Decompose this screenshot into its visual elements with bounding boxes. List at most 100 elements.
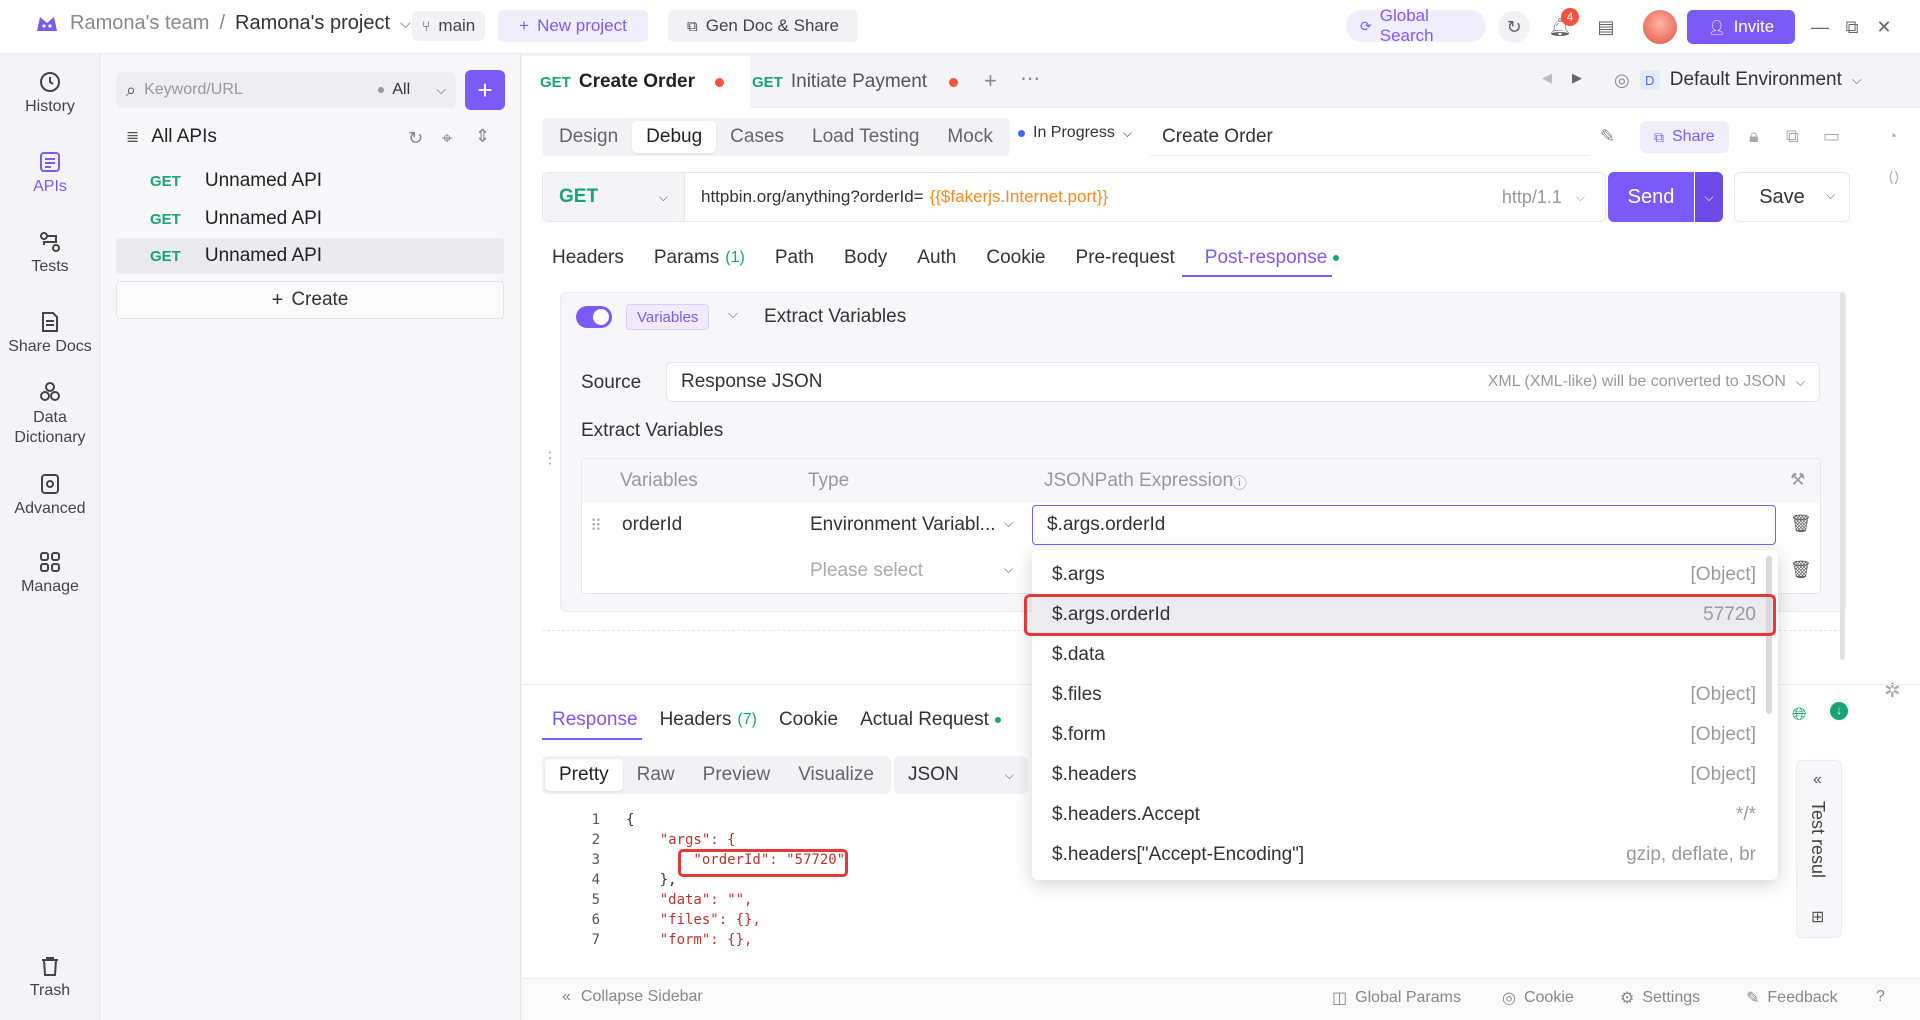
cookie-button[interactable]: ◎ Cookie — [1502, 988, 1574, 1008]
tab-response-cookie[interactable]: Cookie — [779, 709, 838, 731]
ai-assistant-icon[interactable]: ✲ — [1884, 678, 1901, 703]
chevron-down-icon[interactable]: ⌵ — [728, 306, 738, 322]
tab-headers[interactable]: Headers — [552, 247, 624, 269]
row-variable-name[interactable]: orderId — [622, 514, 682, 536]
tab-cookie[interactable]: Cookie — [986, 247, 1045, 269]
delete-row-icon[interactable]: 🗑︎ — [1790, 514, 1812, 534]
maximize-icon[interactable]: ⧉ — [1836, 11, 1868, 43]
create-button[interactable]: + Create — [116, 281, 504, 319]
tab-response-headers[interactable]: Headers — [660, 709, 732, 731]
tab-post-response[interactable]: Post-response — [1205, 247, 1328, 269]
archive-icon[interactable]: ▭ — [1823, 126, 1840, 147]
more-icon[interactable]: ⋯ — [1020, 66, 1040, 91]
tab-body[interactable]: Body — [844, 247, 887, 269]
tab-initiate-payment[interactable]: GET Initiate Payment — [752, 56, 959, 108]
source-select[interactable]: Response JSON XML (XML-like) will be con… — [666, 362, 1820, 402]
scrollbar[interactable] — [1840, 292, 1845, 660]
avatar[interactable] — [1643, 10, 1677, 44]
lock-icon[interactable]: 🔒︎ — [1749, 126, 1759, 147]
chevron-down-icon[interactable]: ⌵ — [436, 82, 446, 98]
tab-pre-request[interactable]: Pre-request — [1076, 247, 1175, 269]
sidebar-api-item[interactable]: GET Unnamed API — [150, 166, 322, 196]
tab-next-icon[interactable]: ▶ — [1572, 70, 1582, 86]
rail-apis[interactable]: APIs — [0, 150, 100, 196]
rail-tests[interactable]: Tests — [0, 230, 100, 276]
filter-select[interactable]: All — [392, 81, 410, 99]
copy-icon[interactable]: ⧉ — [1786, 126, 1799, 147]
save-options-icon[interactable]: ⌵ — [1826, 188, 1835, 203]
code-icon[interactable]: ⟨⟩ — [1888, 168, 1900, 186]
send-options-button[interactable]: ⌵ — [1695, 172, 1723, 222]
invite-button[interactable]: 👤︎ Invite — [1687, 10, 1795, 44]
help-icon[interactable]: ? — [1876, 988, 1885, 1006]
rail-manage[interactable]: Manage — [0, 550, 100, 596]
refresh-icon[interactable]: ↻ — [408, 128, 423, 149]
suggestion-item[interactable]: $.headers["Accept-Encoding"] gzip, deflat… — [1032, 835, 1776, 875]
gen-doc-button[interactable]: ⧉ Gen Doc & Share — [668, 10, 858, 42]
environment-selector[interactable]: ◎ D Default Environment ⌵ — [1606, 62, 1906, 98]
sync-icon[interactable]: ↻ — [1498, 11, 1530, 43]
tab-params[interactable]: Params — [654, 247, 719, 269]
mode-load-testing[interactable]: Load Testing — [798, 121, 933, 153]
settings-button[interactable]: ⚙ Settings — [1620, 988, 1700, 1008]
global-search-button[interactable]: ⟳ Global Search — [1346, 6, 1486, 45]
rail-trash[interactable]: Trash — [0, 954, 100, 1000]
view-raw[interactable]: Raw — [623, 759, 689, 791]
protocol-select[interactable]: http/1.1 ⌵ — [1502, 187, 1605, 208]
global-params-button[interactable]: ◫ Global Params — [1332, 988, 1461, 1008]
search-input[interactable]: Keyword/URL — [144, 81, 370, 99]
team-name[interactable]: Ramona's team — [70, 12, 209, 35]
jsonpath-input[interactable]: $.args.orderId — [1032, 505, 1776, 545]
url-input[interactable]: httpbin.org/anything?orderId= {{$fakerjs… — [685, 187, 1502, 207]
suggestion-item[interactable]: $.headers [Object] — [1032, 755, 1776, 795]
type-placeholder[interactable]: Please select — [810, 560, 923, 582]
mode-mock[interactable]: Mock — [933, 121, 1006, 153]
new-project-button[interactable]: + New project — [498, 10, 648, 42]
mode-debug[interactable]: Debug — [632, 121, 717, 153]
drag-handle-icon[interactable]: ⋮ — [542, 448, 558, 468]
api-name-input[interactable]: Create Order — [1150, 118, 1590, 156]
suggestion-item[interactable]: $.form [Object] — [1032, 715, 1776, 755]
mode-design[interactable]: Design — [545, 121, 632, 153]
wrench-icon[interactable]: ⚒ — [1790, 470, 1805, 490]
download-icon[interactable]: ↓ — [1830, 702, 1848, 720]
globe-icon[interactable]: 🌐︎ — [1792, 704, 1806, 725]
minimize-icon[interactable]: — — [1804, 11, 1836, 43]
view-pretty[interactable]: Pretty — [545, 759, 623, 791]
rail-history[interactable]: History — [0, 70, 100, 116]
response-body[interactable]: 1{ 2 "args": { 3 "orderId": "57720" 4 },… — [560, 810, 1040, 950]
sidebar-api-item[interactable]: GET Unnamed API — [150, 241, 322, 271]
edit-icon[interactable]: ✎ — [1600, 126, 1615, 147]
enable-toggle[interactable] — [576, 306, 612, 328]
format-select[interactable]: JSON ⌵ — [894, 756, 1028, 794]
status-select[interactable]: In Progress ⌵ — [1018, 124, 1132, 142]
tab-path[interactable]: Path — [775, 247, 814, 269]
share-button[interactable]: ⧉ Share — [1640, 121, 1729, 153]
right-panel-icon[interactable]: ◔ — [1888, 128, 1897, 145]
notes-icon[interactable]: ▤ — [1590, 11, 1622, 43]
row-drag-icon[interactable]: ⠿ — [590, 516, 602, 536]
suggestion-item[interactable]: $.headers.Accept */* — [1032, 795, 1776, 835]
sidebar-api-item[interactable]: GET Unnamed API — [150, 204, 322, 234]
suggestion-item[interactable]: $.data — [1032, 635, 1776, 675]
rail-data-dictionary[interactable]: Data Dictionary — [0, 380, 100, 448]
tab-actual-request[interactable]: Actual Request — [860, 709, 989, 731]
suggestion-item[interactable]: $.files [Object] — [1032, 675, 1776, 715]
chevron-down-icon[interactable]: ⌵ — [1004, 516, 1013, 531]
test-results-tab[interactable]: « Test resul ⊞ — [1796, 760, 1842, 938]
delete-row-icon[interactable]: 🗑︎ — [1790, 560, 1812, 580]
chevron-down-icon[interactable]: ⌵ — [1004, 562, 1013, 577]
chevron-down-icon[interactable]: ⌵ — [400, 15, 411, 32]
project-name[interactable]: Ramona's project — [235, 12, 390, 35]
tab-auth[interactable]: Auth — [917, 247, 956, 269]
mode-cases[interactable]: Cases — [716, 121, 798, 153]
send-button[interactable]: Send — [1608, 172, 1694, 222]
method-select[interactable]: GET ⌵ — [543, 173, 685, 221]
branch-selector[interactable]: ⑂ main — [412, 11, 486, 41]
view-visualize[interactable]: Visualize — [784, 759, 888, 791]
locate-icon[interactable]: ⌖ — [442, 128, 452, 149]
close-icon[interactable]: ✕ — [1868, 11, 1900, 43]
rail-share-docs[interactable]: Share Docs — [0, 310, 100, 356]
view-preview[interactable]: Preview — [689, 759, 785, 791]
feedback-button[interactable]: ✎ Feedback — [1746, 988, 1838, 1008]
